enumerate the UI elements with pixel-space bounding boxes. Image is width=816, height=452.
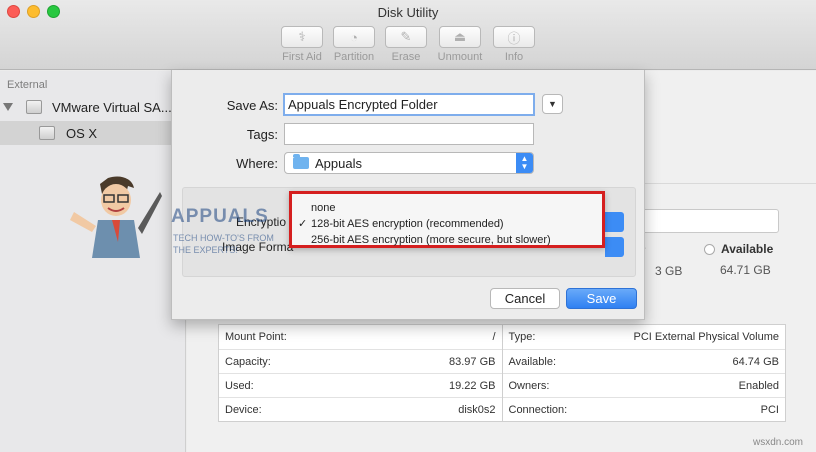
info-label: Connection: <box>508 403 568 416</box>
disclosure-triangle-icon[interactable] <box>3 103 13 111</box>
title-bar: Disk Utility ⚕ First Aid ◔ Partition ✎ E… <box>0 0 816 70</box>
info-value: disk0s2 <box>458 403 496 416</box>
folder-icon <box>293 154 309 169</box>
info-value: PCI External Physical Volume <box>633 331 779 343</box>
disk-icon <box>26 100 42 114</box>
eraser-icon: ✎ <box>400 29 412 44</box>
info-button[interactable]: ⓘ Info <box>486 26 542 63</box>
sidebar-item-label: VMware Virtual SA... <box>52 99 172 115</box>
stethoscope-icon: ⚕ <box>298 29 306 44</box>
where-label: Where: <box>236 156 278 171</box>
info-label: Capacity: <box>225 355 271 368</box>
tags-input[interactable] <box>284 123 534 145</box>
watermark-tagline: TECH HOW-TO'S FROM <box>173 233 274 243</box>
volume-icon <box>39 126 55 140</box>
info-icon: ⓘ <box>507 30 521 46</box>
info-row: Available: 64.74 GB <box>502 349 785 373</box>
menu-item-none[interactable]: none <box>292 200 602 216</box>
info-label: Owners: <box>508 379 550 392</box>
available-dot-icon <box>704 243 715 255</box>
unmount-button[interactable]: ⏏ Unmount <box>432 26 488 63</box>
tags-label: Tags: <box>246 127 278 142</box>
popup-stepper-icon: ▲ ▼ <box>516 153 533 173</box>
sidebar-item-label: OS X <box>66 125 98 141</box>
cancel-button[interactable]: Cancel <box>490 288 560 309</box>
checkmark-icon: ✓ <box>298 218 308 230</box>
info-label: Used: <box>225 379 254 392</box>
partition-label: Partition <box>333 51 375 63</box>
info-row: Device: disk0s2 <box>219 397 502 421</box>
site-watermark: wsxdn.com <box>753 437 804 448</box>
watermark-tagline: THE EXPERTS! <box>173 245 238 255</box>
encryption-menu: none ✓ 128-bit AES encryption (recommend… <box>289 191 605 248</box>
info-value: 19.22 GB <box>449 379 496 392</box>
unmount-label: Unmount <box>437 51 483 63</box>
menu-item-label: 256-bit AES encryption (more secure, but… <box>311 234 551 246</box>
save-as-label: Save As: <box>226 98 278 113</box>
available-legend: Available <box>704 242 773 256</box>
info-column-right: Type: PCI External Physical Volume Availa… <box>501 325 786 421</box>
watermark-brand: APPUALS <box>171 206 269 227</box>
save-as-input[interactable]: Appuals Encrypted Folder <box>283 93 535 116</box>
expand-dialog-button[interactable]: ▼ <box>542 94 563 114</box>
erase-label: Erase <box>391 51 421 63</box>
used-legend-value: 3 GB <box>655 264 683 278</box>
sidebar-section-external: External <box>7 79 48 91</box>
info-row: Connection: PCI <box>502 397 785 421</box>
appuals-mascot-logo <box>70 176 162 258</box>
info-label: Available: <box>508 355 557 368</box>
encryption-popup-stepper[interactable] <box>605 212 624 232</box>
info-label: Type: <box>508 331 536 343</box>
info-value: 83.97 GB <box>449 355 496 368</box>
available-legend-label: Available <box>721 242 774 256</box>
info-row: Capacity: 83.97 GB <box>219 349 502 373</box>
info-label: Device: <box>225 403 262 416</box>
erase-button[interactable]: ✎ Erase <box>378 26 434 63</box>
where-value: Appuals <box>315 155 362 171</box>
info-row: Mount Point: / <box>219 325 502 349</box>
image-format-popup-stepper[interactable] <box>605 237 624 257</box>
sidebar-item-vmware-disk[interactable]: VMware Virtual SA... <box>0 95 186 119</box>
available-legend-value: 64.71 GB <box>720 263 771 277</box>
info-row: Used: 19.22 GB <box>219 373 502 397</box>
partition-button[interactable]: ◔ Partition <box>326 26 382 63</box>
window-title: Disk Utility <box>377 5 439 20</box>
first-aid-button[interactable]: ⚕ First Aid <box>274 26 330 63</box>
info-row: Type: PCI External Physical Volume <box>503 325 786 349</box>
info-column-left: Mount Point: / Capacity: 83.97 GB Used: 19.… <box>219 325 502 421</box>
info-label: Mount Point: <box>225 331 287 343</box>
menu-item-label: none <box>311 202 336 214</box>
menu-item-label: 128-bit AES encryption (recommended) <box>311 218 504 230</box>
volume-info-table: Mount Point: / Capacity: 83.97 GB Used: 19.… <box>218 324 786 422</box>
first-aid-label: First Aid <box>282 51 322 63</box>
info-value: Enabled <box>738 379 779 392</box>
menu-item-128-bit-aes[interactable]: ✓ 128-bit AES encryption (recommended) <box>292 216 602 232</box>
eject-icon: ⏏ <box>453 29 467 44</box>
info-label: Info <box>504 51 524 63</box>
chevron-down-icon: ▼ <box>548 99 557 109</box>
info-value: 64.74 GB <box>732 355 779 368</box>
info-value: PCI <box>760 403 779 416</box>
save-button[interactable]: Save <box>566 288 637 309</box>
info-row: Owners: Enabled <box>502 373 785 397</box>
pie-icon: ◔ <box>350 29 358 45</box>
where-popup[interactable]: Appuals ▲ ▼ <box>284 152 534 174</box>
menu-item-256-bit-aes[interactable]: 256-bit AES encryption (more secure, but… <box>292 232 602 248</box>
sidebar-item-os-x[interactable]: OS X <box>0 121 186 145</box>
info-value: / <box>492 331 496 343</box>
sidebar: External VMware Virtual SA... OS X <box>0 71 186 452</box>
